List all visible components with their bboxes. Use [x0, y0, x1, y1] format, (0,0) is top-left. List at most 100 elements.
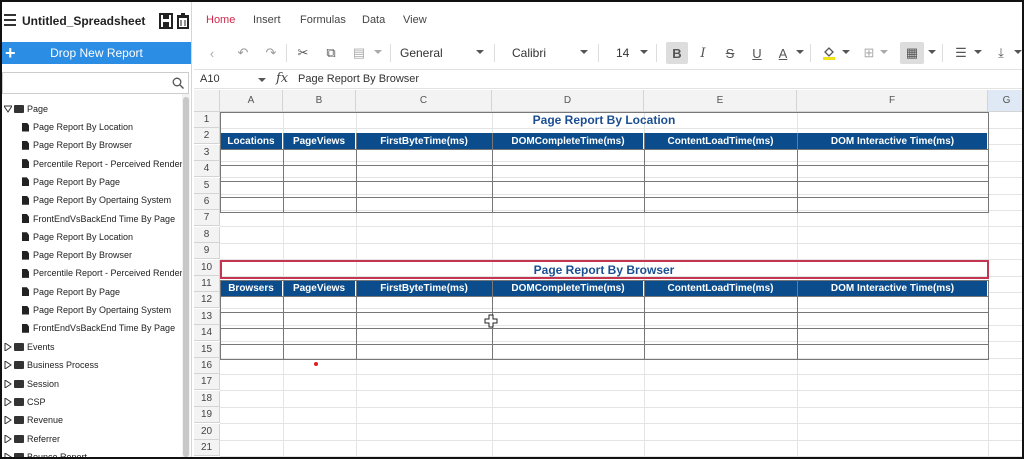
tree-folder[interactable]: CSP [4, 393, 46, 411]
row-header[interactable]: 12 [194, 292, 220, 309]
tree-folder[interactable]: Events [4, 338, 55, 356]
row-header[interactable]: 21 [194, 440, 220, 456]
spreadsheet-title[interactable]: Untitled_Spreadsheet [22, 14, 145, 28]
italic-icon[interactable]: I [692, 42, 714, 64]
tree-report-item[interactable]: FrontEndVsBackEnd Time By Page [22, 319, 175, 337]
align-caret-icon[interactable] [974, 50, 982, 54]
font-size-select[interactable]: 14 [616, 42, 640, 64]
cut-icon[interactable]: ✂ [292, 42, 314, 64]
tree-folder[interactable]: Session [4, 375, 59, 393]
column-header[interactable]: D [492, 90, 644, 112]
font-color-caret-icon[interactable] [796, 50, 804, 54]
report-search-input[interactable] [2, 72, 189, 94]
row-header[interactable]: 6 [194, 194, 220, 210]
tree-report-item[interactable]: Percentile Report - Perceived Render [22, 264, 182, 282]
menu-view[interactable]: View [403, 14, 427, 26]
column-header[interactable]: B [283, 90, 356, 112]
row-header[interactable]: 17 [194, 374, 220, 391]
fill-color-caret-icon[interactable] [842, 50, 850, 54]
column-header[interactable]: E [644, 90, 797, 112]
trash-icon[interactable] [176, 13, 190, 29]
row-header[interactable]: 16 [194, 358, 220, 374]
borders-caret-icon[interactable] [880, 50, 888, 54]
name-box-caret-icon[interactable] [258, 78, 266, 82]
hamburger-menu-icon[interactable] [4, 14, 16, 28]
tree-report-item[interactable]: Page Report By Location [22, 118, 133, 136]
bold-icon[interactable]: B [666, 42, 688, 64]
menu-formulas[interactable]: Formulas [300, 14, 346, 26]
borders-icon[interactable]: ⊞ [858, 42, 880, 64]
redo-icon[interactable]: ↷ [260, 42, 282, 64]
fill-color-icon[interactable] [818, 42, 840, 64]
row-header[interactable]: 4 [194, 161, 220, 178]
row-header[interactable]: 18 [194, 390, 220, 407]
copy-icon[interactable]: ⧉ [320, 42, 342, 64]
tree-report-item[interactable]: Percentile Report - Perceived Render [22, 155, 182, 173]
expand-right-icon [4, 397, 12, 406]
strikethrough-icon[interactable]: S [719, 42, 741, 64]
column-header[interactable]: C [356, 90, 492, 112]
paste-icon[interactable]: ▤ [348, 42, 370, 64]
menu-insert[interactable]: Insert [253, 14, 281, 26]
cell-name-box[interactable]: A10 [200, 73, 220, 85]
row-header[interactable]: 13 [194, 308, 220, 325]
number-format-select[interactable]: General [400, 42, 480, 64]
row-header[interactable]: 1 [194, 112, 220, 128]
row-header[interactable]: 5 [194, 177, 220, 194]
number-format-caret-icon[interactable] [476, 50, 484, 54]
sidebar-scroll-thumb[interactable] [183, 97, 189, 457]
spreadsheet-grid[interactable]: ABCDEFG 1 2 3 4 5 6 7 8 9 10 11 12 13 14 15 16 17 18 19 20 2… [194, 90, 1022, 457]
tree-folder[interactable]: Referrer [4, 430, 60, 448]
tree-folder[interactable]: Bounce Report [4, 448, 87, 457]
align-icon[interactable]: ☰ [950, 42, 972, 64]
row-header[interactable]: 15 [194, 341, 220, 358]
undo-icon[interactable]: ↶ [232, 42, 254, 64]
folder-icon [14, 343, 24, 351]
row-header[interactable]: 14 [194, 325, 220, 342]
menu-home[interactable]: Home [206, 14, 235, 26]
tree-report-item[interactable]: Page Report By Browser [22, 136, 132, 154]
font-color-icon[interactable]: A [772, 42, 794, 64]
tree-folder-page[interactable]: Page [4, 100, 48, 118]
chevron-left-icon[interactable]: ‹ [202, 42, 222, 64]
tree-report-item[interactable]: Page Report By Opertaing System [22, 191, 171, 209]
row-header[interactable]: 7 [194, 210, 220, 227]
row-header[interactable]: 11 [194, 276, 220, 292]
column-header[interactable]: G [988, 90, 1022, 112]
tree-report-item[interactable]: Page Report By Opertaing System [22, 301, 171, 319]
row-header[interactable]: 8 [194, 226, 220, 243]
vertical-align-icon[interactable]: ⤓ [990, 42, 1012, 64]
paste-dropdown-caret-icon[interactable] [374, 50, 382, 54]
drop-new-report-button[interactable]: + Drop New Report [2, 42, 191, 64]
formatting-toolbar: ‹ ↶ ↷ ✂ ⧉ ▤ General Calibri 14 B I S U A… [194, 38, 1022, 68]
column-header[interactable]: F [797, 90, 988, 112]
row-header[interactable]: 20 [194, 423, 220, 440]
tree-report-item[interactable]: FrontEndVsBackEnd Time By Page [22, 210, 175, 228]
underline-icon[interactable]: U [746, 42, 768, 64]
function-icon[interactable]: fx [276, 71, 288, 86]
row-header[interactable]: 3 [194, 144, 220, 161]
save-icon[interactable] [159, 13, 173, 29]
column-header[interactable]: A [220, 90, 283, 112]
vertical-align-caret-icon[interactable] [1014, 50, 1022, 54]
row-header[interactable]: 10 [194, 259, 220, 276]
menu-data[interactable]: Data [362, 14, 385, 26]
tree-report-label: FrontEndVsBackEnd Time By Page [33, 213, 176, 224]
report-file-icon [22, 287, 29, 297]
tree-folder[interactable]: Business Process [4, 356, 99, 374]
font-size-caret-icon[interactable] [640, 50, 648, 54]
row-header[interactable]: 19 [194, 407, 220, 424]
formula-input[interactable]: Page Report By Browser [298, 73, 419, 85]
select-all-corner[interactable] [194, 90, 220, 112]
merge-caret-icon[interactable] [928, 50, 936, 54]
row-header[interactable]: 2 [194, 128, 220, 145]
tree-folder[interactable]: Revenue [4, 411, 63, 429]
tree-report-item[interactable]: Page Report By Location [22, 228, 133, 246]
tree-report-item[interactable]: Page Report By Browser [22, 246, 132, 264]
merge-cells-icon[interactable]: ▦ [900, 42, 924, 64]
row-header[interactable]: 9 [194, 243, 220, 260]
font-family-select[interactable]: Calibri [512, 42, 582, 64]
tree-report-item[interactable]: Page Report By Page [22, 283, 120, 301]
tree-report-item[interactable]: Page Report By Page [22, 173, 120, 191]
font-family-caret-icon[interactable] [580, 50, 588, 54]
